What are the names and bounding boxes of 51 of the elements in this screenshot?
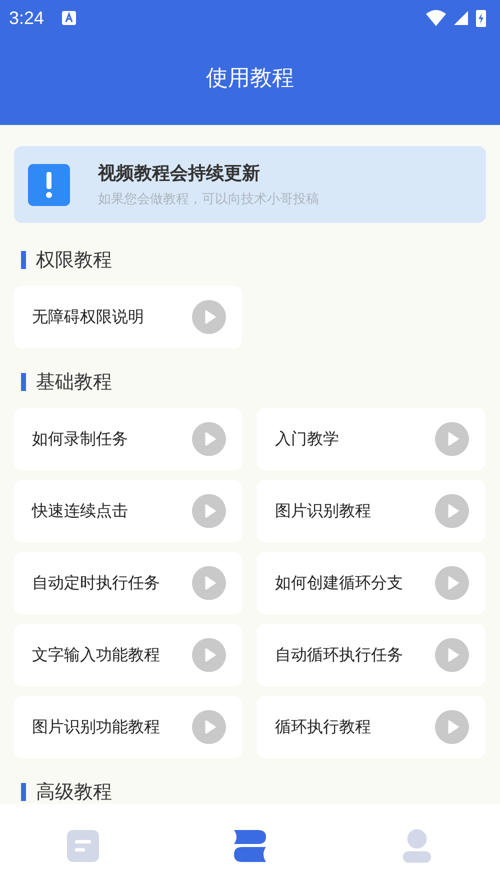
- tutorial-card[interactable]: 如何创建循环分支: [257, 552, 485, 614]
- play-icon[interactable]: [435, 638, 469, 672]
- section-title: 权限教程: [36, 248, 112, 273]
- tutorial-card[interactable]: 循环执行教程: [257, 696, 485, 758]
- status-time: 3:24: [9, 8, 44, 28]
- tutorial-card[interactable]: 自动定时执行任务: [14, 552, 242, 614]
- tutorial-title: 图片识别功能教程: [32, 716, 160, 738]
- tutorial-title: 文字输入功能教程: [32, 644, 160, 666]
- play-icon[interactable]: [435, 422, 469, 456]
- play-icon[interactable]: [435, 566, 469, 600]
- tutorial-title: 无障碍权限说明: [32, 306, 144, 328]
- battery-icon: [476, 10, 486, 26]
- play-icon[interactable]: [435, 494, 469, 528]
- signal-icon: [454, 11, 468, 25]
- section-marker: [21, 783, 26, 801]
- play-icon[interactable]: [192, 638, 226, 672]
- tutorial-card[interactable]: 无障碍权限说明: [14, 286, 242, 348]
- tutorial-title: 快速连续点击: [32, 500, 128, 522]
- tutorial-card[interactable]: 文字输入功能教程: [14, 624, 242, 686]
- profile-icon[interactable]: [402, 827, 432, 865]
- play-icon[interactable]: [435, 710, 469, 744]
- notification-icon: [62, 11, 76, 25]
- play-icon[interactable]: [192, 710, 226, 744]
- section-title: 高级教程: [36, 780, 112, 804]
- notice-subtitle: 如果您会做教程，可以向技术小哥投稿: [98, 191, 319, 208]
- play-icon[interactable]: [192, 422, 226, 456]
- tutorial-title: 自动定时执行任务: [32, 572, 160, 594]
- book-stack-icon[interactable]: [233, 829, 267, 863]
- tutorial-card[interactable]: 入门教学: [257, 408, 485, 470]
- alert-icon: [28, 164, 70, 206]
- tutorial-card[interactable]: 快速连续点击: [14, 480, 242, 542]
- tutorial-title: 自动循环执行任务: [275, 644, 403, 666]
- tutorial-card[interactable]: 如何录制任务: [14, 408, 242, 470]
- play-icon[interactable]: [192, 300, 226, 334]
- document-icon[interactable]: [66, 829, 100, 863]
- tutorial-card[interactable]: 自动循环执行任务: [257, 624, 485, 686]
- notice-title: 视频教程会持续更新: [98, 162, 261, 185]
- play-icon[interactable]: [192, 494, 226, 528]
- play-icon[interactable]: [192, 566, 226, 600]
- section-marker: [21, 251, 26, 269]
- tutorial-title: 入门教学: [275, 428, 339, 450]
- tutorial-title: 如何录制任务: [32, 428, 128, 450]
- tutorial-card[interactable]: 图片识别教程: [257, 480, 485, 542]
- section-title: 基础教程: [36, 370, 112, 395]
- tutorial-title: 如何创建循环分支: [275, 572, 403, 594]
- tutorial-card[interactable]: 图片识别功能教程: [14, 696, 242, 758]
- tutorial-title: 循环执行教程: [275, 716, 371, 738]
- wifi-icon: [426, 9, 446, 27]
- page-title: 使用教程: [206, 64, 294, 92]
- tutorial-title: 图片识别教程: [275, 500, 371, 522]
- section-marker: [21, 373, 26, 391]
